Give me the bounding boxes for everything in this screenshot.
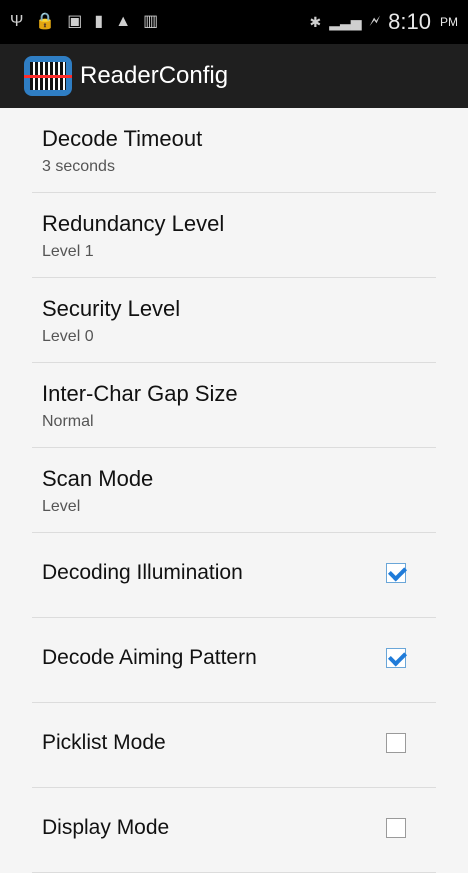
setting-summary: 3 seconds [42,158,115,175]
setting-item-decode-timeout[interactable]: Decode Timeout 3 seconds [32,108,436,193]
battery-charging-icon: 🗲 [369,13,381,30]
setting-title: Picklist Mode [42,731,166,754]
lock-icon: 🔒 [35,13,56,30]
setting-checkbox[interactable] [386,648,406,668]
setting-item-decode-aiming-pattern[interactable]: Decode Aiming Pattern [32,618,436,703]
sd-card-icon: ▣ [67,13,83,30]
setting-item-redundancy-level[interactable]: Redundancy Level Level 1 [32,193,436,278]
setting-title: Scan Mode [42,466,154,491]
status-ampm: PM [440,15,458,29]
setting-checkbox[interactable] [386,563,406,583]
status-bar: Ψ 🔒 ▣ ▮ ▲ ▥ ✱ ▂▃▅ 🗲 8:10 PM [0,0,468,44]
status-right: ✱ ▂▃▅ 🗲 8:10 PM [309,9,458,35]
barcode-icon: ▥ [143,13,159,30]
setting-checkbox[interactable] [386,733,406,753]
setting-item-inter-char-gap-size[interactable]: Inter-Char Gap Size Normal [32,363,436,448]
settings-list: Decode Timeout 3 seconds Redundancy Level L… [0,108,468,873]
setting-summary: Level [42,498,81,515]
setting-item-security-level[interactable]: Security Level Level 0 [32,278,436,363]
setting-title: Decoding Illumination [42,561,243,584]
app-bar: ReaderConfig [0,44,468,108]
status-left: Ψ 🔒 ▣ ▮ ▲ ▥ [10,14,158,30]
setting-item-picklist-mode[interactable]: Picklist Mode [32,703,436,788]
app-title: ReaderConfig [80,62,229,89]
setting-item-display-mode[interactable]: Display Mode [32,788,436,873]
barcode-scanner-icon [24,56,72,96]
setting-item-scan-mode[interactable]: Scan Mode Level [32,448,436,533]
setting-title: Decode Aiming Pattern [42,646,257,669]
status-time: 8:10 [388,9,431,34]
bluetooth-icon: ✱ [309,13,322,30]
setting-title: Decode Timeout [42,126,203,151]
setting-title: Inter-Char Gap Size [42,381,238,406]
warning-icon: ▲ [115,13,132,30]
setting-title: Security Level [42,296,181,321]
signal-icon: ▂▃▅ [329,13,362,30]
setting-checkbox[interactable] [386,818,406,838]
setting-title: Display Mode [42,816,170,839]
battery-icon: ▮ [94,13,104,30]
setting-summary: Level 1 [42,243,94,260]
usb-icon: Ψ [10,13,24,30]
setting-summary: Level 0 [42,328,94,345]
setting-summary: Normal [42,413,94,430]
setting-title: Redundancy Level [42,211,225,236]
setting-item-decoding-illumination[interactable]: Decoding Illumination [32,533,436,618]
